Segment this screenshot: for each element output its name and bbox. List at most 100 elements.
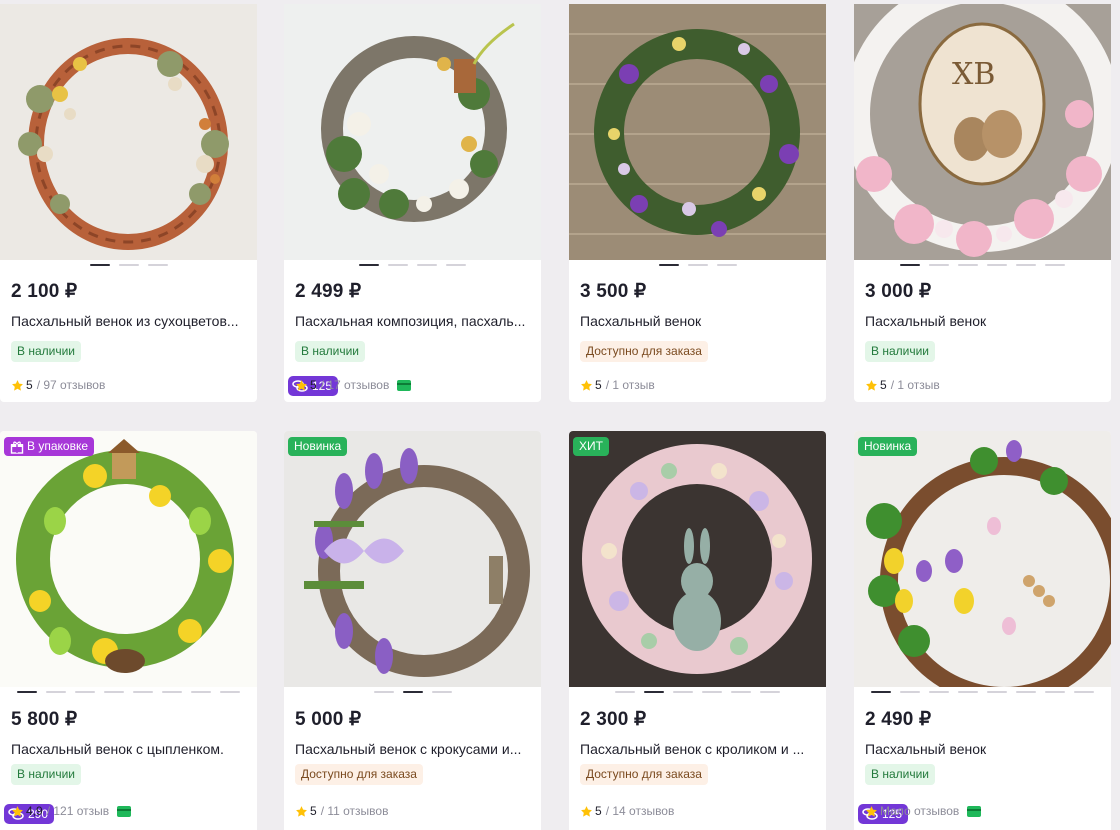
- product-card[interactable]: ХВ 3 000 ₽ Пасхальный венок В наличии 5 …: [854, 4, 1111, 402]
- product-card[interactable]: В упаковке 290 5 800 ₽ Пасхальный венок …: [0, 431, 257, 830]
- image-pager[interactable]: [0, 264, 257, 267]
- pager-dot[interactable]: [432, 691, 452, 693]
- pager-dot[interactable]: [162, 691, 182, 693]
- pager-dot[interactable]: [1045, 691, 1065, 693]
- product-rating[interactable]: 5 / 1 отзыв: [580, 377, 655, 393]
- pager-dot[interactable]: [403, 691, 423, 693]
- star-icon: [12, 379, 23, 391]
- stock-badge: В наличии: [11, 341, 82, 362]
- stock-badge: Доступно для заказа: [580, 341, 708, 362]
- pager-dot[interactable]: [446, 264, 466, 266]
- pager-dot[interactable]: [417, 264, 437, 266]
- product-card[interactable]: 125 2 499 ₽ Пасхальная композиция, пасха…: [284, 4, 541, 402]
- pager-dot[interactable]: [958, 691, 978, 693]
- product-rating[interactable]: 5 / 11 отзывов: [295, 803, 388, 819]
- product-price: 3 000 ₽: [865, 281, 932, 302]
- image-pager[interactable]: [0, 691, 257, 694]
- product-title[interactable]: Пасхальный венок: [865, 741, 1103, 757]
- pager-dot[interactable]: [929, 264, 949, 266]
- pager-dot[interactable]: [104, 691, 124, 693]
- pager-dot[interactable]: [929, 691, 949, 693]
- product-card[interactable]: ХИТ 2 300 ₽ Пасхальный венок с кроликом …: [569, 431, 826, 830]
- pager-dot[interactable]: [1016, 264, 1036, 266]
- pager-dot[interactable]: [119, 264, 139, 266]
- product-title[interactable]: Пасхальный венок из сухоцветов...: [11, 313, 249, 329]
- product-price: 2 499 ₽: [295, 281, 362, 302]
- pager-dot[interactable]: [673, 691, 693, 693]
- product-image[interactable]: [854, 431, 1111, 687]
- promo-badge: Новинка: [288, 437, 348, 456]
- pager-dot[interactable]: [644, 691, 664, 693]
- pager-dot[interactable]: [659, 264, 679, 266]
- wreath-photo: [284, 431, 541, 687]
- image-pager[interactable]: [569, 691, 826, 694]
- pager-dot[interactable]: [374, 691, 394, 693]
- product-title[interactable]: Пасхальный венок с кроликом и ...: [580, 741, 818, 757]
- product-card[interactable]: 2 100 ₽ Пасхальный венок из сухоцветов..…: [0, 4, 257, 402]
- product-title[interactable]: Пасхальный венок: [580, 313, 818, 329]
- wreath-photo: [854, 431, 1111, 687]
- pager-dot[interactable]: [871, 691, 891, 693]
- pager-dot[interactable]: [717, 264, 737, 266]
- image-pager[interactable]: [569, 264, 826, 267]
- rating-value: 5: [595, 804, 602, 818]
- product-image[interactable]: [284, 431, 541, 687]
- image-pager[interactable]: [854, 691, 1111, 694]
- product-title[interactable]: Пасхальный венок: [865, 313, 1103, 329]
- product-image[interactable]: [284, 4, 541, 260]
- pager-dot[interactable]: [900, 264, 920, 266]
- pager-dot[interactable]: [388, 264, 408, 266]
- pager-dot[interactable]: [731, 691, 751, 693]
- image-pager[interactable]: [854, 264, 1111, 267]
- pager-dot[interactable]: [987, 691, 1007, 693]
- product-rating[interactable]: Мало отзывов: [865, 803, 982, 819]
- pager-dot[interactable]: [90, 264, 110, 266]
- product-image[interactable]: ХВ: [854, 4, 1111, 260]
- wreath-photo: [0, 431, 257, 687]
- image-pager[interactable]: [284, 691, 541, 694]
- product-image[interactable]: [569, 431, 826, 687]
- rating-value: 5: [310, 378, 317, 392]
- pager-dot[interactable]: [75, 691, 95, 693]
- product-rating[interactable]: 5 / 97 отзывов: [11, 377, 105, 393]
- product-title[interactable]: Пасхальный венок с цыпленком.: [11, 741, 249, 757]
- product-image[interactable]: [0, 4, 257, 260]
- product-card[interactable]: 3 500 ₽ Пасхальный венок Доступно для за…: [569, 4, 826, 402]
- product-rating[interactable]: 5 / 17 отзывов: [295, 377, 412, 393]
- pager-dot[interactable]: [1016, 691, 1036, 693]
- pager-dot[interactable]: [900, 691, 920, 693]
- pager-dot[interactable]: [958, 264, 978, 266]
- pager-dot[interactable]: [1074, 691, 1094, 693]
- product-card[interactable]: Новинка 125 2 490 ₽ Пасхальный венок В н…: [854, 431, 1111, 830]
- wreath-photo: [0, 4, 257, 260]
- pager-dot[interactable]: [760, 691, 780, 693]
- product-rating[interactable]: 4,9 / 121 отзыв: [11, 803, 132, 819]
- pager-dot[interactable]: [987, 264, 1007, 266]
- pager-dot[interactable]: [191, 691, 211, 693]
- card-icon: [967, 805, 982, 817]
- pager-dot[interactable]: [46, 691, 66, 693]
- product-title[interactable]: Пасхальный венок с крокусами и...: [295, 741, 533, 757]
- pager-dot[interactable]: [133, 691, 153, 693]
- pager-dot[interactable]: [359, 264, 379, 266]
- promo-label: Новинка: [294, 439, 342, 453]
- star-icon: [12, 805, 23, 817]
- product-image[interactable]: [0, 431, 257, 687]
- product-title[interactable]: Пасхальная композиция, пасхаль...: [295, 313, 533, 329]
- wreath-photo: [284, 4, 541, 260]
- product-image[interactable]: [569, 4, 826, 260]
- product-price: 2 300 ₽: [580, 709, 647, 730]
- product-rating[interactable]: 5 / 14 отзывов: [580, 803, 674, 819]
- product-rating[interactable]: 5 / 1 отзыв: [865, 377, 940, 393]
- pager-dot[interactable]: [220, 691, 240, 693]
- pager-dot[interactable]: [17, 691, 37, 693]
- pager-dot[interactable]: [1045, 264, 1065, 266]
- pager-dot[interactable]: [148, 264, 168, 266]
- rating-value: 4,9: [26, 804, 43, 818]
- image-pager[interactable]: [284, 264, 541, 267]
- product-card[interactable]: Новинка 5 000 ₽ Пасхальный венок с кроку…: [284, 431, 541, 830]
- reviews-count: / 14 отзывов: [605, 804, 675, 818]
- pager-dot[interactable]: [615, 691, 635, 693]
- pager-dot[interactable]: [688, 264, 708, 266]
- pager-dot[interactable]: [702, 691, 722, 693]
